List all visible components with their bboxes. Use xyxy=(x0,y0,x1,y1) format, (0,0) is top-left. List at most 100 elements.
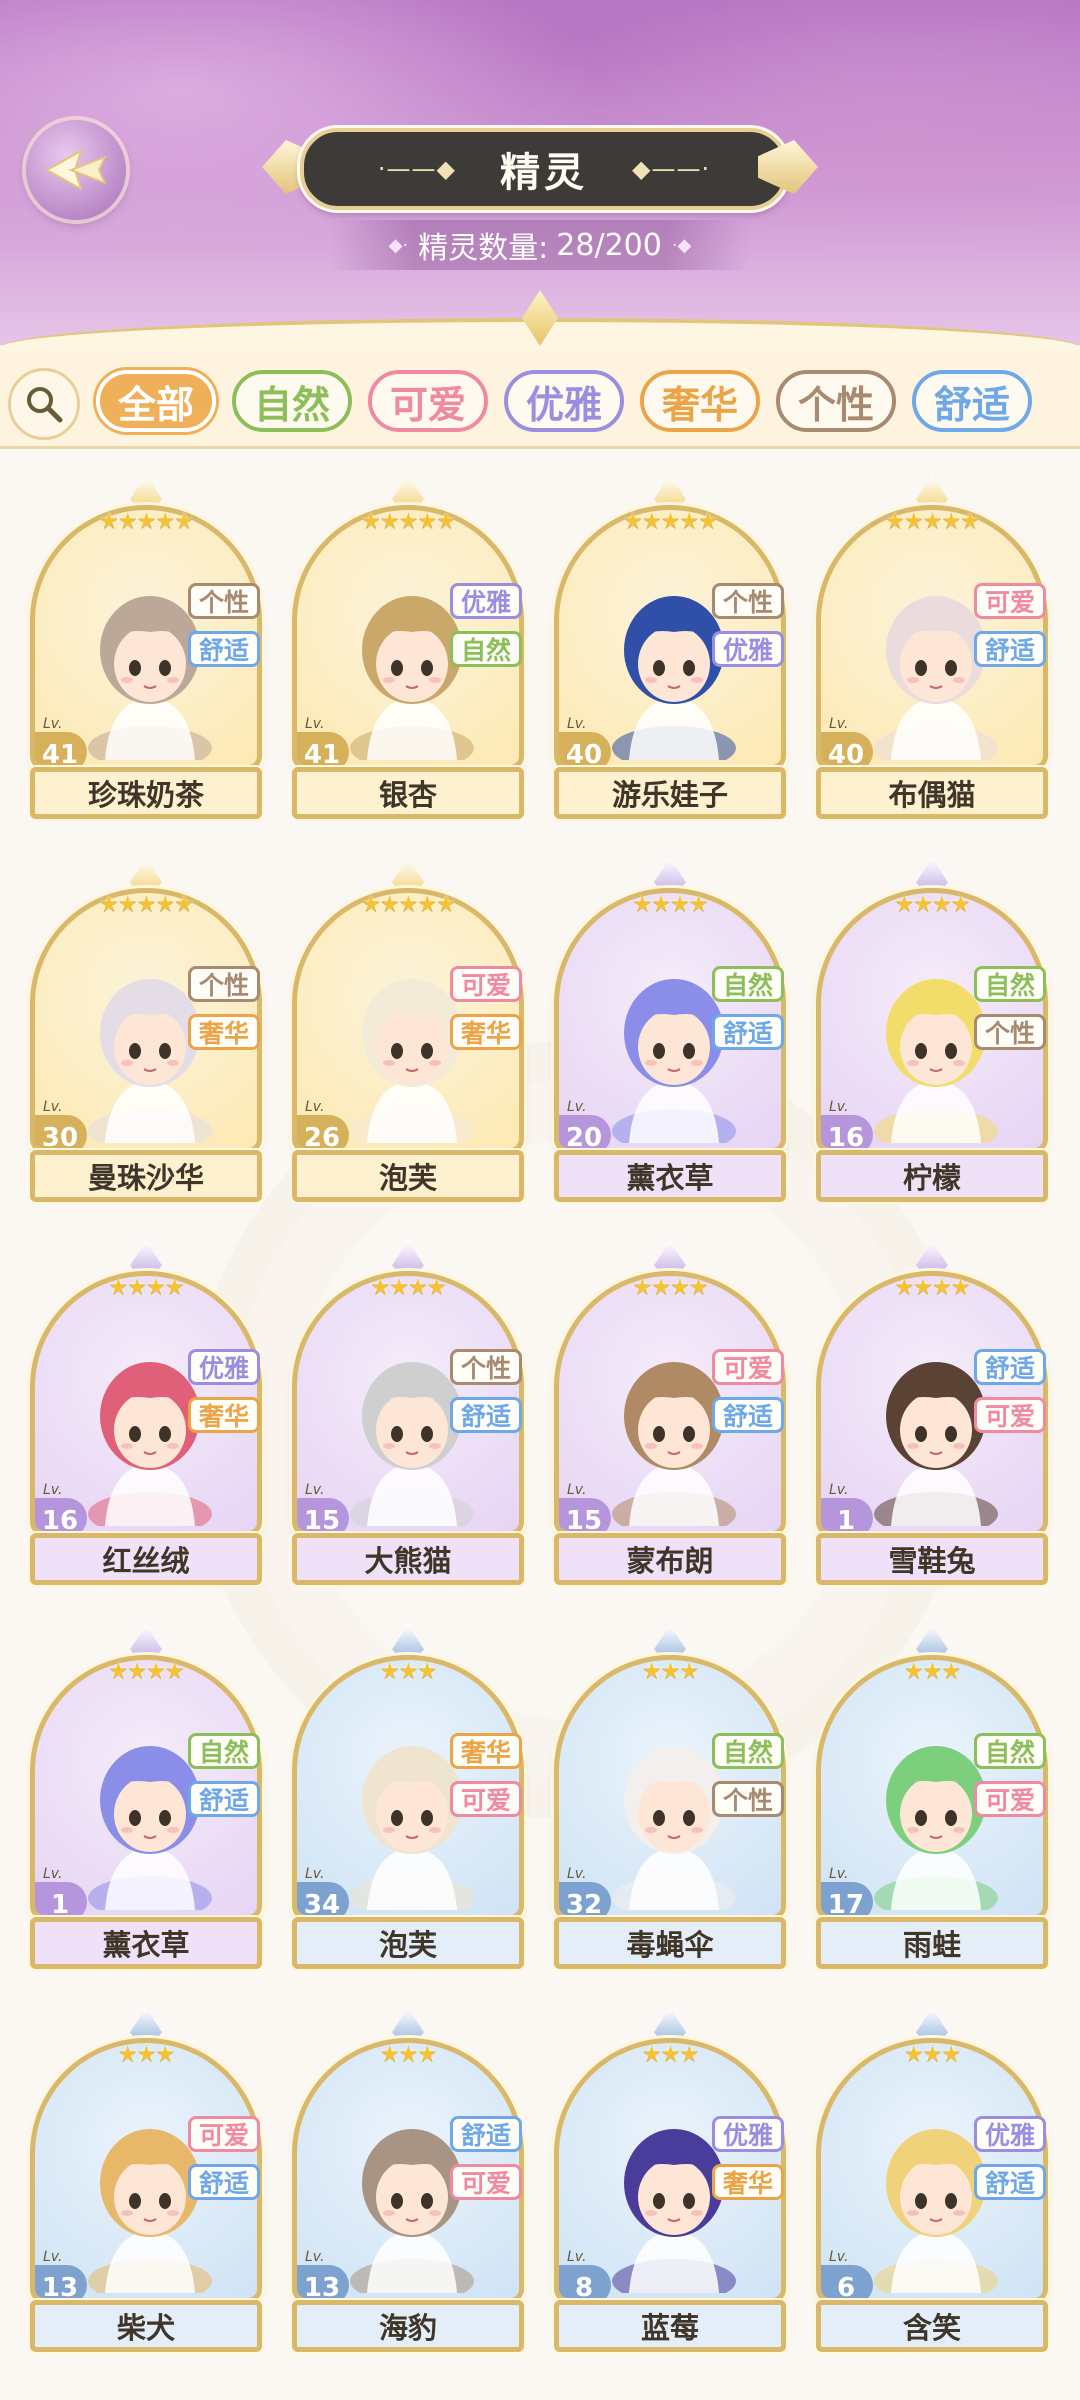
spirit-card[interactable]: Lv. 15 ★★★★ 个性 舒适 大熊猫 xyxy=(292,1241,524,1585)
filter-tab-5[interactable]: 个性 xyxy=(776,370,896,432)
spirit-name: 含笑 xyxy=(816,2300,1048,2352)
trait-tag: 优雅 xyxy=(712,631,784,667)
spirit-count-label: 精灵数量: xyxy=(418,231,549,266)
star-icon: ★ xyxy=(164,1275,185,1300)
trait-tag: 舒适 xyxy=(450,2116,522,2152)
level-prefix: Lv. xyxy=(305,2249,325,2265)
spirit-card[interactable]: Lv. 1 ★★★★ 自然 舒适 薰衣草 xyxy=(30,1625,262,1969)
filter-tab-6[interactable]: 舒适 xyxy=(912,370,1032,432)
star-icon: ★ xyxy=(922,509,943,534)
spirit-card[interactable]: Lv. 40 ★★★★★ 可爱 舒适 布偶猫 xyxy=(816,475,1048,819)
level-prefix: Lv. xyxy=(305,1099,325,1115)
spirit-card[interactable]: Lv. 30 ★★★★★ 个性 奢华 曼珠沙华 xyxy=(30,858,262,1202)
rarity-stars: ★★★★ xyxy=(816,1275,1048,1300)
spirit-card[interactable]: Lv. 1 ★★★★ 舒适 可爱 雪鞋兔 xyxy=(816,1241,1048,1585)
rarity-stars: ★★★★ xyxy=(30,1659,262,1684)
star-icon: ★ xyxy=(155,2042,175,2067)
star-icon: ★ xyxy=(688,892,709,917)
trait-tag: 优雅 xyxy=(188,1349,260,1385)
star-icon: ★ xyxy=(903,1659,924,1684)
search-button[interactable] xyxy=(8,368,80,440)
spirit-name: 布偶猫 xyxy=(816,767,1048,819)
star-icon: ★ xyxy=(885,509,905,534)
spirit-card[interactable]: Lv. 41 ★★★★★ 个性 舒适 珍珠奶茶 xyxy=(30,475,262,819)
rarity-stars: ★★★ xyxy=(292,1659,524,1684)
star-icon: ★ xyxy=(379,2042,400,2067)
trait-tag: 可爱 xyxy=(450,2164,522,2200)
level-prefix: Lv. xyxy=(567,1866,587,1882)
spirit-card[interactable]: Lv. 16 ★★★★ 自然 个性 柠檬 xyxy=(816,858,1048,1202)
spirit-name: 薰衣草 xyxy=(554,1150,786,1202)
trait-tag: 舒适 xyxy=(712,1397,784,1433)
spirit-level: 15 xyxy=(559,1498,611,1531)
rarity-stars: ★★★ xyxy=(554,1659,786,1684)
star-icon: ★ xyxy=(117,892,138,917)
spirit-card[interactable]: Lv. 8 ★★★ 优雅 奢华 蓝莓 xyxy=(554,2008,786,2352)
star-icon: ★ xyxy=(127,1659,147,1684)
trait-tag: 奢华 xyxy=(188,1014,260,1050)
spirit-card[interactable]: Lv. 15 ★★★★ 可爱 舒适 蒙布朗 xyxy=(554,1241,786,1585)
star-icon: ★ xyxy=(932,892,952,917)
trait-tag: 舒适 xyxy=(974,2164,1046,2200)
filter-tab-2[interactable]: 可爱 xyxy=(368,370,488,432)
spirit-level: 15 xyxy=(297,1498,349,1531)
star-icon: ★ xyxy=(903,2042,924,2067)
trait-tag: 奢华 xyxy=(450,1014,522,1050)
filter-tab-4[interactable]: 奢华 xyxy=(640,370,760,432)
star-icon: ★ xyxy=(651,1275,671,1300)
star-icon: ★ xyxy=(417,1659,437,1684)
title-deco-right: ◆——· xyxy=(632,155,711,183)
spirit-card[interactable]: Lv. 13 ★★★ 可爱 舒适 柴犬 xyxy=(30,2008,262,2352)
spirit-level: 16 xyxy=(35,1498,87,1531)
star-icon: ★ xyxy=(155,892,175,917)
filter-tab-0[interactable]: 全部 xyxy=(96,370,216,432)
level-prefix: Lv. xyxy=(829,716,849,732)
spirit-card[interactable]: Lv. 34 ★★★ 奢华 可爱 泡芙 xyxy=(292,1625,524,1969)
level-prefix: Lv. xyxy=(829,1482,849,1498)
spirit-card[interactable]: Lv. 26 ★★★★★ 可爱 奢华 泡芙 xyxy=(292,858,524,1202)
spirit-card[interactable]: Lv. 41 ★★★★★ 优雅 自然 银杏 xyxy=(292,475,524,819)
trait-tag: 可爱 xyxy=(974,1397,1046,1433)
spirit-card[interactable]: Lv. 40 ★★★★★ 个性 优雅 游乐娃子 xyxy=(554,475,786,819)
star-icon: ★ xyxy=(361,892,381,917)
spirit-card[interactable]: Lv. 20 ★★★★ 自然 舒适 薰衣草 xyxy=(554,858,786,1202)
trait-tag: 自然 xyxy=(974,1733,1046,1769)
level-prefix: Lv. xyxy=(829,1099,849,1115)
diamond-icon: ◆· xyxy=(388,234,409,256)
filter-tab-3[interactable]: 优雅 xyxy=(504,370,624,432)
diamond-icon: ·◆ xyxy=(671,234,692,256)
star-icon: ★ xyxy=(660,1659,681,1684)
star-icon: ★ xyxy=(389,1275,409,1300)
star-icon: ★ xyxy=(641,509,662,534)
spirit-level: 34 xyxy=(297,1882,349,1915)
spirit-card[interactable]: Lv. 13 ★★★ 舒适 可爱 海豹 xyxy=(292,2008,524,2352)
spirit-level: 16 xyxy=(821,1115,873,1148)
star-icon: ★ xyxy=(379,509,400,534)
spirit-card[interactable]: Lv. 17 ★★★ 自然 可爱 雨蛙 xyxy=(816,1625,1048,1969)
star-icon: ★ xyxy=(941,1659,961,1684)
level-prefix: Lv. xyxy=(43,1866,63,1882)
star-icon: ★ xyxy=(670,1275,690,1300)
trait-tag: 自然 xyxy=(188,1733,260,1769)
rarity-stars: ★★★★ xyxy=(30,1275,262,1300)
filter-tab-1[interactable]: 自然 xyxy=(232,370,352,432)
star-icon: ★ xyxy=(651,892,671,917)
star-icon: ★ xyxy=(136,509,157,534)
spirit-card[interactable]: Lv. 16 ★★★★ 优雅 奢华 红丝绒 xyxy=(30,1241,262,1585)
trait-tag: 奢华 xyxy=(188,1397,260,1433)
star-icon: ★ xyxy=(922,2042,943,2067)
spirit-name: 大熊猫 xyxy=(292,1533,524,1585)
star-icon: ★ xyxy=(146,1659,166,1684)
spirit-level: 20 xyxy=(559,1115,611,1148)
level-prefix: Lv. xyxy=(305,1866,325,1882)
star-icon: ★ xyxy=(398,2042,419,2067)
star-icon: ★ xyxy=(99,509,119,534)
star-icon: ★ xyxy=(436,892,456,917)
spirit-card[interactable]: Lv. 32 ★★★ 自然 个性 毒蝇伞 xyxy=(554,1625,786,1969)
spirit-card[interactable]: Lv. 6 ★★★ 优雅 舒适 含笑 xyxy=(816,2008,1048,2352)
star-icon: ★ xyxy=(136,892,157,917)
star-icon: ★ xyxy=(361,509,381,534)
back-button[interactable] xyxy=(26,120,126,220)
spirit-name: 薰衣草 xyxy=(30,1917,262,1969)
star-icon: ★ xyxy=(146,1275,166,1300)
